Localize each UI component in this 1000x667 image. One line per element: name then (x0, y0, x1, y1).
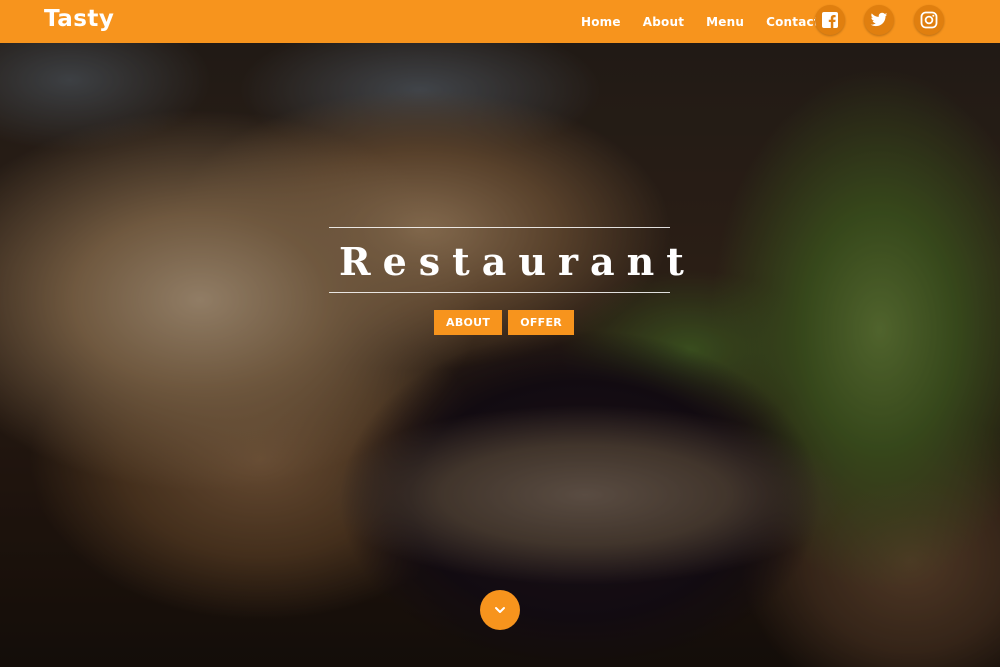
title-divider-bottom (329, 292, 670, 293)
about-button[interactable]: ABOUT (434, 310, 503, 335)
twitter-icon (870, 12, 888, 27)
twitter-link[interactable] (864, 5, 894, 35)
hero-button-group: ABOUT OFFER (434, 310, 580, 335)
facebook-link[interactable] (815, 5, 845, 35)
nav-menu: Home About Menu Contact (570, 0, 831, 43)
nav-link-menu[interactable]: Menu (706, 15, 744, 29)
hero-heading-block: Restaurant (329, 227, 696, 293)
navbar: Tasty Home About Menu Contact (0, 0, 1000, 43)
instagram-link[interactable] (914, 5, 944, 35)
offer-button[interactable]: OFFER (508, 310, 575, 335)
nav-link-contact[interactable]: Contact (766, 15, 820, 29)
scroll-down-button[interactable] (480, 590, 520, 630)
nav-link-about[interactable]: About (643, 15, 684, 29)
nav-link-home[interactable]: Home (581, 15, 621, 29)
chevron-down-icon (495, 607, 505, 613)
facebook-icon (822, 12, 838, 28)
brand-logo[interactable]: Tasty (44, 6, 114, 32)
hero-title: Restaurant (339, 239, 696, 284)
instagram-icon (920, 11, 938, 29)
